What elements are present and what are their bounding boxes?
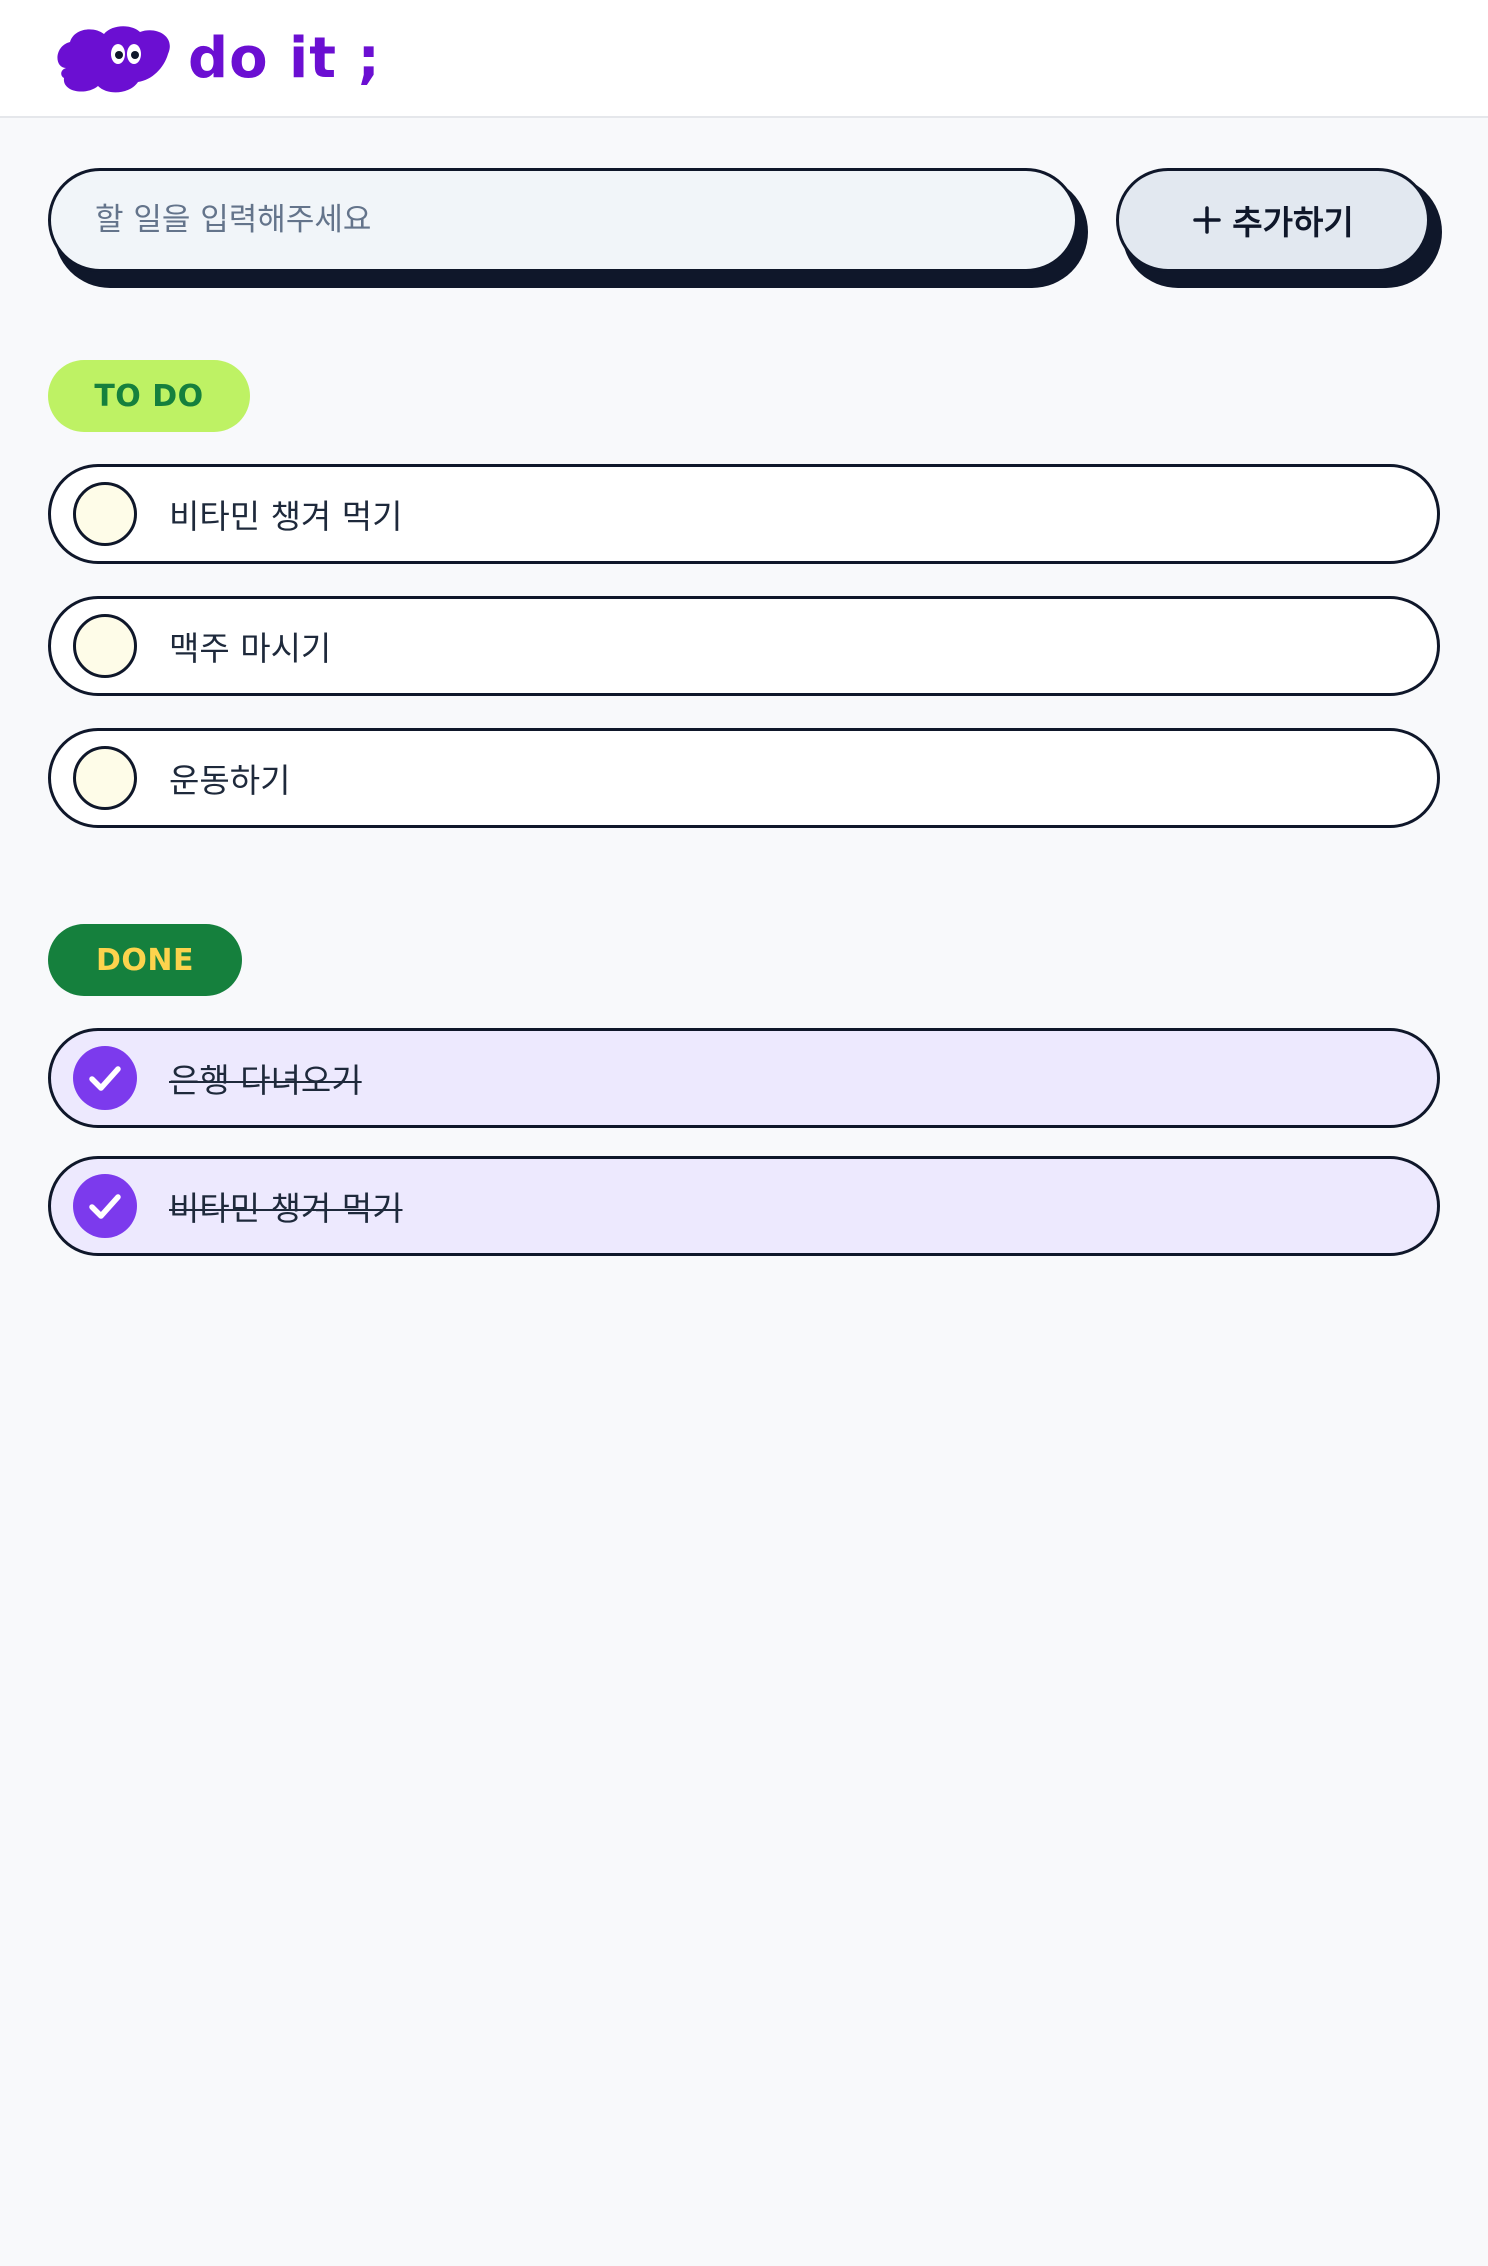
search-container: [48, 168, 1088, 288]
todo-item[interactable]: 맥주 마시기: [48, 596, 1440, 696]
logo-text: do it ;: [188, 26, 381, 91]
todo-item-label[interactable]: 운동하기: [169, 754, 290, 802]
done-item-label[interactable]: 은행 다녀오기: [169, 1054, 362, 1102]
unchecked-circle-icon[interactable]: [73, 614, 137, 678]
checkmark-icon: [89, 1066, 121, 1091]
unchecked-circle-icon[interactable]: [73, 482, 137, 546]
checked-circle-icon[interactable]: [73, 1046, 137, 1110]
checkmark-icon: [89, 1194, 121, 1219]
todo-item-label[interactable]: 비타민 챙겨 먹기: [169, 490, 403, 538]
checked-circle-icon[interactable]: [73, 1174, 137, 1238]
done-section-badge: DONE: [48, 924, 242, 996]
add-button-label: 추가하기: [1232, 203, 1354, 242]
unchecked-circle-icon[interactable]: [73, 746, 137, 810]
done-item[interactable]: 비타민 챙겨 먹기: [48, 1156, 1440, 1256]
todo-item[interactable]: 비타민 챙겨 먹기: [48, 464, 1440, 564]
app-header: do it ;: [0, 0, 1488, 118]
todo-input[interactable]: [48, 168, 1078, 272]
add-button[interactable]: 추가하기: [1116, 168, 1430, 272]
logo[interactable]: do it ;: [52, 22, 381, 96]
plus-icon: [1193, 206, 1222, 234]
todo-item-label[interactable]: 맥주 마시기: [169, 622, 331, 670]
todo-section-badge: TO DO: [48, 360, 250, 432]
add-button-container: 추가하기: [1116, 168, 1442, 288]
todo-item[interactable]: 운동하기: [48, 728, 1440, 828]
logo-cloud-icon: [57, 26, 170, 93]
done-item-label[interactable]: 비타민 챙겨 먹기: [169, 1182, 403, 1230]
done-item[interactable]: 은행 다녀오기: [48, 1028, 1440, 1128]
